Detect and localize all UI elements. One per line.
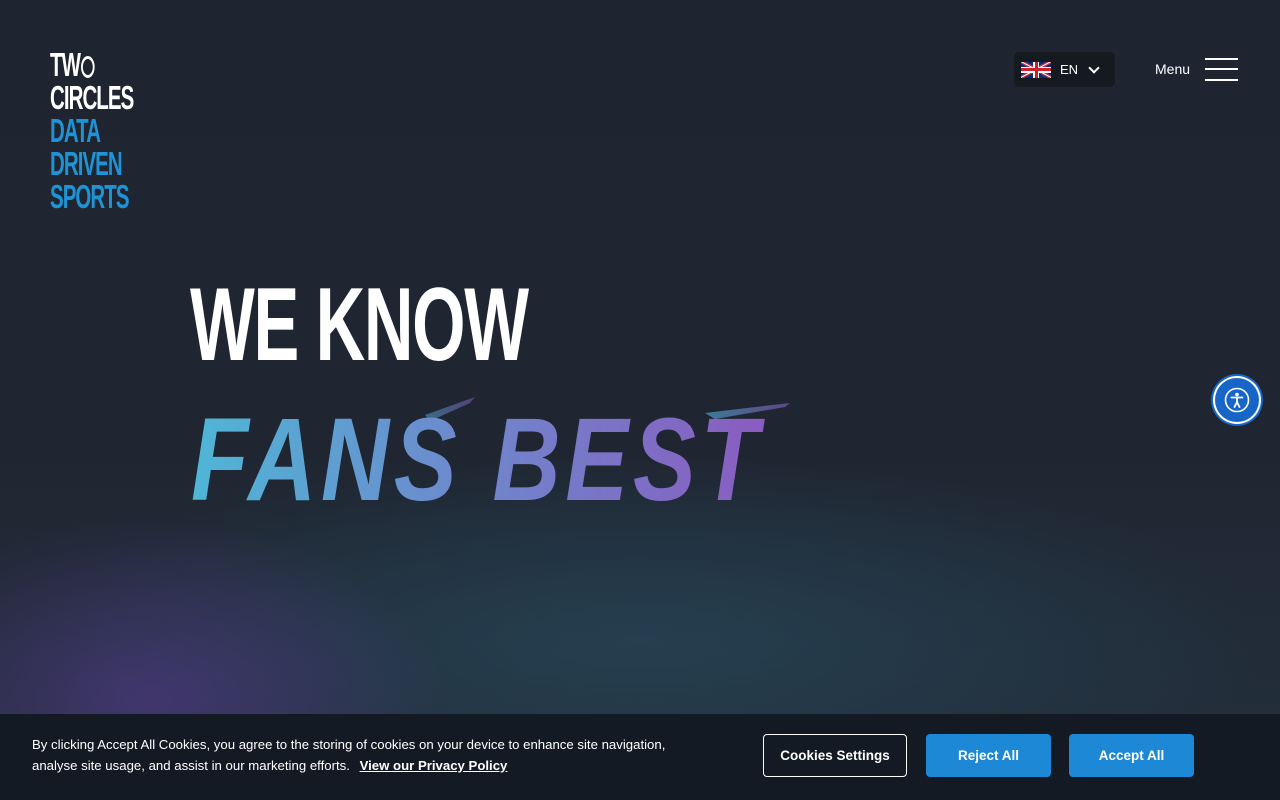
accessibility-button[interactable] bbox=[1215, 378, 1259, 422]
privacy-policy-link[interactable]: View our Privacy Policy bbox=[360, 758, 508, 773]
page: TW CIRCLES DATA DRIVEN SPORTS EN Menu WE… bbox=[0, 0, 1280, 800]
accept-all-button[interactable]: Accept All bbox=[1069, 734, 1194, 777]
language-selector[interactable]: EN bbox=[1014, 52, 1115, 87]
two-circles-logo[interactable]: TW CIRCLES DATA DRIVEN SPORTS bbox=[50, 48, 134, 215]
hamburger-icon bbox=[1205, 56, 1239, 82]
cookie-banner: By clicking Accept All Cookies, you agre… bbox=[0, 714, 1280, 800]
cookie-message: By clicking Accept All Cookies, you agre… bbox=[32, 737, 666, 773]
logo-line-1: TW bbox=[50, 48, 133, 81]
logo-line-5: SPORTS bbox=[50, 178, 129, 215]
menu-label: Menu bbox=[1155, 61, 1191, 77]
logo-line-3: DATA bbox=[50, 112, 101, 149]
language-code: EN bbox=[1060, 62, 1079, 77]
hero-heading-line-1: WE KNOW bbox=[190, 267, 529, 383]
logo-line-2: CIRCLES bbox=[50, 79, 134, 116]
chevron-down-icon bbox=[1088, 61, 1100, 74]
cookie-banner-text: By clicking Accept All Cookies, you agre… bbox=[32, 734, 712, 776]
accessibility-icon bbox=[1224, 387, 1250, 413]
logo-circle-icon bbox=[81, 56, 95, 78]
hero-brush-text: FANS BEST bbox=[191, 394, 765, 515]
reject-all-button[interactable]: Reject All bbox=[926, 734, 1051, 777]
cookies-settings-button[interactable]: Cookies Settings bbox=[763, 734, 907, 777]
uk-flag-icon bbox=[1021, 61, 1051, 78]
logo-line-4: DRIVEN bbox=[50, 145, 123, 182]
menu-button[interactable]: Menu bbox=[1155, 56, 1239, 82]
hero-heading-line-2: FANS BEST bbox=[191, 394, 790, 515]
